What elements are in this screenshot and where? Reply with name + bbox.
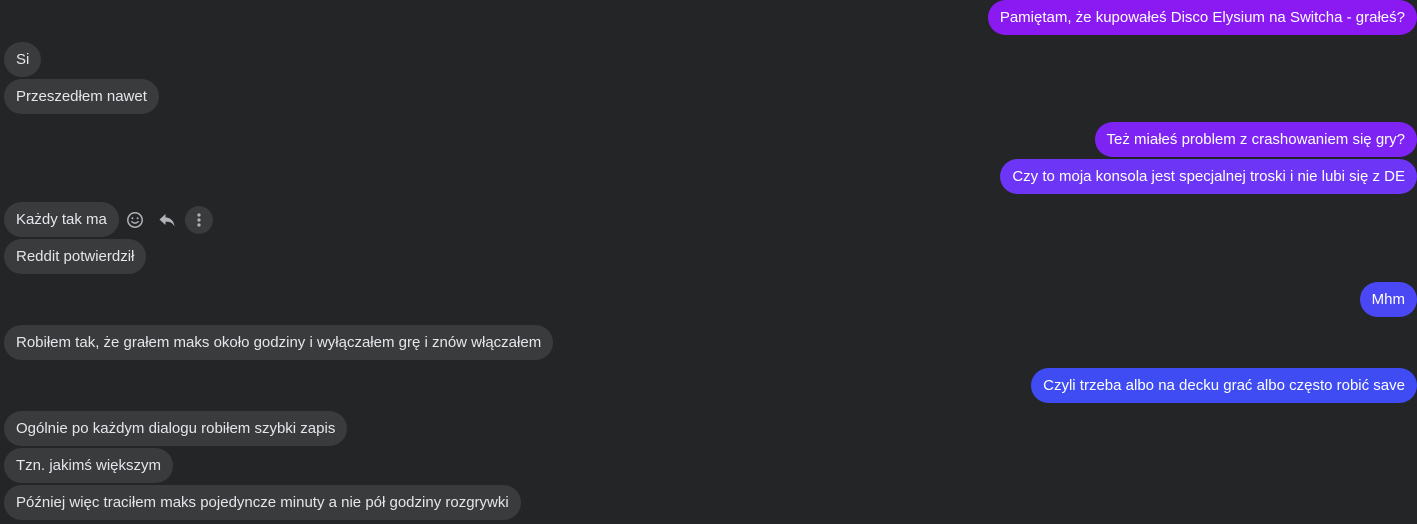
message-outgoing[interactable]: Czy to moja konsola jest specjalnej tros… bbox=[1000, 159, 1417, 194]
smiley-icon[interactable] bbox=[121, 206, 149, 234]
message-outgoing[interactable]: Mhm bbox=[1359, 282, 1417, 317]
message-actions bbox=[121, 206, 213, 234]
message-incoming[interactable]: Reddit potwierdził bbox=[4, 239, 147, 274]
message-outgoing[interactable]: Pamiętam, że kupowałeś Disco Elysium na … bbox=[987, 0, 1417, 35]
message-incoming[interactable]: Później więc traciłem maks pojedyncze mi… bbox=[4, 485, 521, 520]
message-incoming[interactable]: Tzn. jakimś większym bbox=[4, 448, 174, 483]
message-incoming[interactable]: Si bbox=[4, 42, 42, 77]
message-incoming[interactable]: Każdy tak ma bbox=[4, 202, 119, 237]
more-vertical-icon[interactable] bbox=[185, 206, 213, 234]
message-incoming[interactable]: Przeszedłem nawet bbox=[4, 79, 159, 114]
message-incoming[interactable]: Ogólnie po każdym dialogu robiłem szybki… bbox=[4, 411, 348, 446]
reply-arrow-icon[interactable] bbox=[153, 206, 181, 234]
message-outgoing[interactable]: Też miałeś problem z crashowaniem się gr… bbox=[1094, 122, 1417, 157]
message-outgoing[interactable]: Czyli trzeba albo na decku grać albo czę… bbox=[1031, 368, 1417, 403]
message-incoming[interactable]: Robiłem tak, że grałem maks około godzin… bbox=[4, 325, 554, 360]
